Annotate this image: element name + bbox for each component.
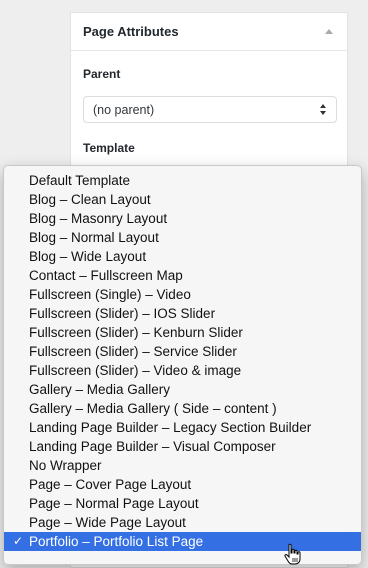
parent-select[interactable]: (no parent) [83,96,337,123]
menu-item[interactable]: Fullscreen (Slider) – IOS Slider [4,304,361,323]
menu-item-label: Gallery – Media Gallery ( Side – content… [29,401,277,416]
menu-item[interactable]: Contact – Fullscreen Map [4,266,361,285]
menu-item-label: No Wrapper [29,458,102,473]
menu-item-label: Blog – Wide Layout [29,249,147,264]
menu-item[interactable]: Landing Page Builder – Visual Composer [4,437,361,456]
panel-header[interactable]: Page Attributes [71,13,347,51]
menu-item[interactable]: ✓ Portfolio – Portfolio List Page [4,532,361,551]
check-icon: ✓ [13,534,24,548]
template-label: Template [83,141,135,155]
menu-item-label: Landing Page Builder – Legacy Section Bu… [29,420,312,435]
menu-item-label: Fullscreen (Slider) – Service Slider [29,344,237,359]
menu-item[interactable]: Page – Normal Page Layout [4,494,361,513]
menu-item[interactable]: Fullscreen (Slider) – Kenburn Slider [4,323,361,342]
menu-item-label: Page – Cover Page Layout [29,477,192,492]
menu-item[interactable]: Blog – Clean Layout [4,190,361,209]
menu-item[interactable]: Fullscreen (Slider) – Service Slider [4,342,361,361]
menu-item-label: Contact – Fullscreen Map [29,268,183,283]
up-down-chevron-icon [320,104,328,116]
hand-pointer-icon [284,543,301,565]
menu-item-label: Fullscreen (Slider) – IOS Slider [29,306,216,321]
menu-item[interactable]: Fullscreen (Slider) – Video & image [4,361,361,380]
menu-item[interactable]: Blog – Normal Layout [4,228,361,247]
panel-title: Page Attributes [83,24,179,39]
menu-item[interactable]: Default Template [4,171,361,190]
menu-item-label: Fullscreen (Slider) – Video & image [29,363,242,378]
menu-item[interactable]: Fullscreen (Single) – Video [4,285,361,304]
menu-item-label: Default Template [29,173,131,188]
menu-item[interactable]: Blog – Masonry Layout [4,209,361,228]
menu-item-label: Gallery – Media Gallery [29,382,171,397]
menu-item-label: Blog – Masonry Layout [29,211,168,226]
template-dropdown-menu[interactable]: Default Template Blog – Clean Layout Blog … [3,165,362,565]
parent-select-value: (no parent) [93,103,155,117]
menu-item-label: Fullscreen (Single) – Video [29,287,191,302]
menu-item[interactable]: Page – Cover Page Layout [4,475,361,494]
menu-item-label: Landing Page Builder – Visual Composer [29,439,276,454]
menu-item-label: Blog – Normal Layout [29,230,159,245]
menu-item-label: Page – Wide Page Layout [29,515,186,530]
menu-item[interactable]: Landing Page Builder – Legacy Section Bu… [4,418,361,437]
menu-item-label: Portfolio – Portfolio List Page [29,534,204,549]
menu-item-label: Fullscreen (Slider) – Kenburn Slider [29,325,243,340]
menu-item[interactable]: Gallery – Media Gallery [4,380,361,399]
menu-item-label: Blog – Clean Layout [29,192,151,207]
menu-item-label: Page – Normal Page Layout [29,496,199,511]
menu-item[interactable]: Blog – Wide Layout [4,247,361,266]
menu-item[interactable]: No Wrapper [4,456,361,475]
menu-item[interactable]: Page – Wide Page Layout [4,513,361,532]
parent-label: Parent [83,67,121,81]
menu-item[interactable]: Gallery – Media Gallery ( Side – content… [4,399,361,418]
triangle-up-icon[interactable] [325,29,333,34]
